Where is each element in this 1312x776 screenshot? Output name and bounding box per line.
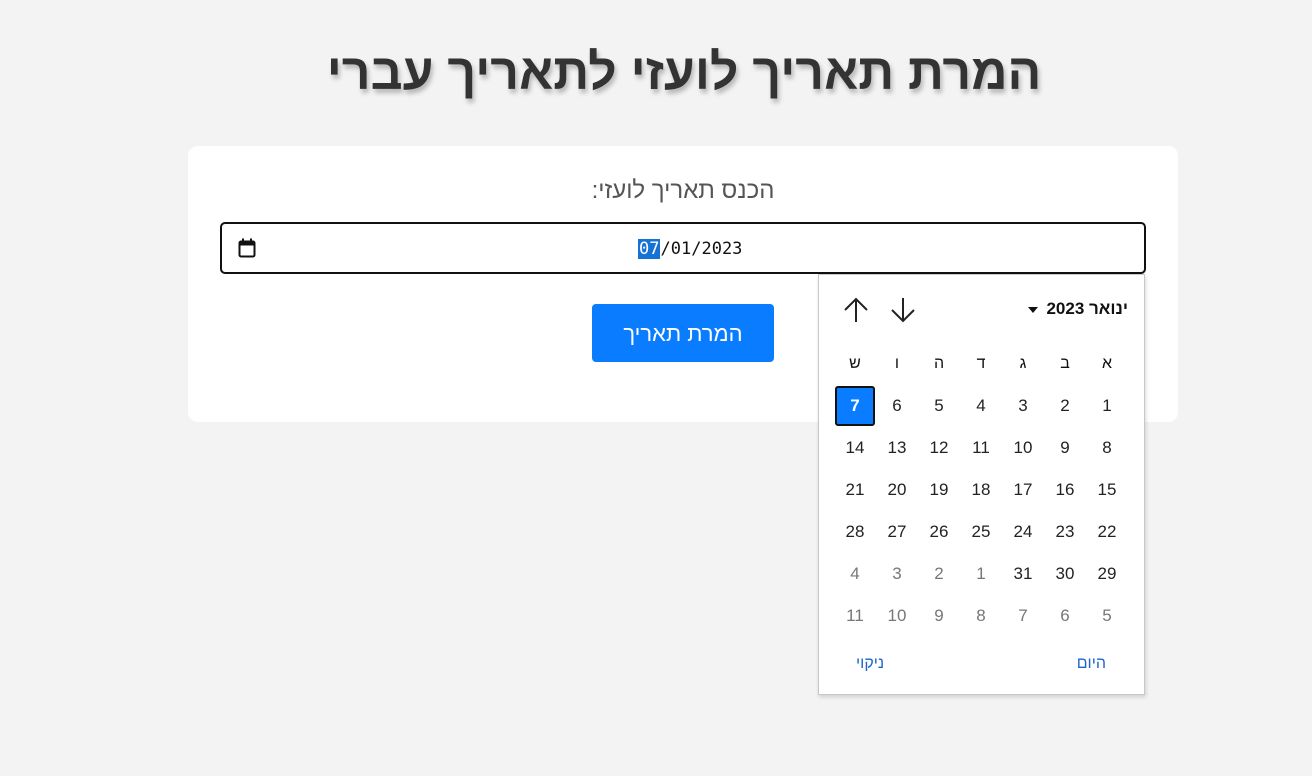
weekday-header: ד — [976, 355, 986, 372]
arrow-down-icon — [888, 295, 918, 325]
calendar-day[interactable]: 4 — [960, 385, 1002, 427]
calendar-day[interactable]: 3 — [876, 553, 918, 595]
calendar-day[interactable]: 29 — [1086, 553, 1128, 595]
calendar-day[interactable]: 19 — [918, 469, 960, 511]
calendar-day[interactable]: 13 — [876, 427, 918, 469]
gregorian-date-input[interactable]: 07/01/2023 — [220, 222, 1146, 274]
next-month-button[interactable] — [888, 295, 918, 325]
calendar-day[interactable]: 2 — [1044, 385, 1086, 427]
caret-down-icon — [1028, 306, 1039, 313]
weekday-header: ו — [894, 355, 900, 372]
date-separator: / — [691, 239, 702, 259]
date-prompt-label: הכנס תאריך לועזי: — [591, 177, 775, 204]
calendar-day[interactable]: 21 — [834, 469, 876, 511]
calendar-day[interactable]: 11 — [834, 595, 876, 637]
calendar-day[interactable]: 14 — [834, 427, 876, 469]
calendar-day[interactable]: 16 — [1044, 469, 1086, 511]
calendar-grid: א ב ג ד ה ו ש 1 2 3 4 5 6 7 8 9 10 11 12 13 14 15 16 17 18 19 20 21… — [834, 343, 1128, 637]
calendar-day[interactable]: 5 — [918, 385, 960, 427]
date-separator: / — [660, 239, 671, 259]
date-month-segment[interactable]: 01 — [671, 239, 691, 259]
calendar-day[interactable]: 10 — [876, 595, 918, 637]
calendar-day[interactable]: 7 — [1002, 595, 1044, 637]
calendar-day[interactable]: 30 — [1044, 553, 1086, 595]
today-button[interactable]: היום — [1077, 653, 1106, 675]
calendar-day[interactable]: 5 — [1086, 595, 1128, 637]
calendar-day[interactable]: 18 — [960, 469, 1002, 511]
month-year-select[interactable]: ינואר 2023 — [1028, 297, 1128, 321]
month-year-label: ינואר 2023 — [1046, 299, 1128, 318]
calendar-day[interactable]: 9 — [918, 595, 960, 637]
calendar-day[interactable]: 8 — [1086, 427, 1128, 469]
weekday-header: א — [1101, 355, 1113, 372]
calendar-day[interactable]: 11 — [960, 427, 1002, 469]
calendar-day[interactable]: 1 — [1086, 385, 1128, 427]
calendar-day[interactable]: 24 — [1002, 511, 1044, 553]
calendar-icon[interactable] — [238, 238, 256, 258]
calendar-day[interactable]: 2 — [918, 553, 960, 595]
weekday-header: ה — [933, 355, 945, 372]
convert-button[interactable]: המרת תאריך — [592, 304, 774, 362]
calendar-day[interactable]: 3 — [1002, 385, 1044, 427]
calendar-day[interactable]: 4 — [834, 553, 876, 595]
date-year-segment[interactable]: 2023 — [701, 239, 742, 259]
calendar-day[interactable]: 23 — [1044, 511, 1086, 553]
calendar-day[interactable]: 9 — [1044, 427, 1086, 469]
calendar-day[interactable]: 28 — [834, 511, 876, 553]
calendar-day[interactable]: 6 — [1044, 595, 1086, 637]
previous-month-button[interactable] — [841, 295, 871, 325]
calendar-day[interactable]: 6 — [876, 385, 918, 427]
calendar-day[interactable]: 27 — [876, 511, 918, 553]
weekday-header: ב — [1060, 355, 1070, 372]
calendar-day[interactable]: 26 — [918, 511, 960, 553]
calendar-day[interactable]: 12 — [918, 427, 960, 469]
weekday-header: ג — [1019, 355, 1027, 372]
calendar-day-selected[interactable]: 7 — [835, 386, 875, 426]
calendar-day[interactable]: 1 — [960, 553, 1002, 595]
date-day-segment[interactable]: 07 — [638, 239, 661, 259]
date-value[interactable]: 07/01/2023 — [638, 237, 742, 261]
calendar-day[interactable]: 31 — [1002, 553, 1044, 595]
calendar-day[interactable]: 22 — [1086, 511, 1128, 553]
calendar-day[interactable]: 10 — [1002, 427, 1044, 469]
page-title: המרת תאריך לועזי לתאריך עברי — [326, 44, 1042, 100]
calendar-day[interactable]: 15 — [1086, 469, 1128, 511]
calendar-day[interactable]: 25 — [960, 511, 1002, 553]
weekday-header: ש — [849, 355, 861, 372]
calendar-day[interactable]: 8 — [960, 595, 1002, 637]
calendar-day[interactable]: 17 — [1002, 469, 1044, 511]
clear-button[interactable]: ניקוי — [856, 653, 884, 675]
calendar-day[interactable]: 20 — [876, 469, 918, 511]
arrow-up-icon — [841, 295, 871, 325]
date-picker-popup: ינואר 2023 א ב ג ד ה ו ש 1 2 3 4 5 6 7 8 9 10 11 12 13 14 15 1… — [818, 274, 1145, 695]
